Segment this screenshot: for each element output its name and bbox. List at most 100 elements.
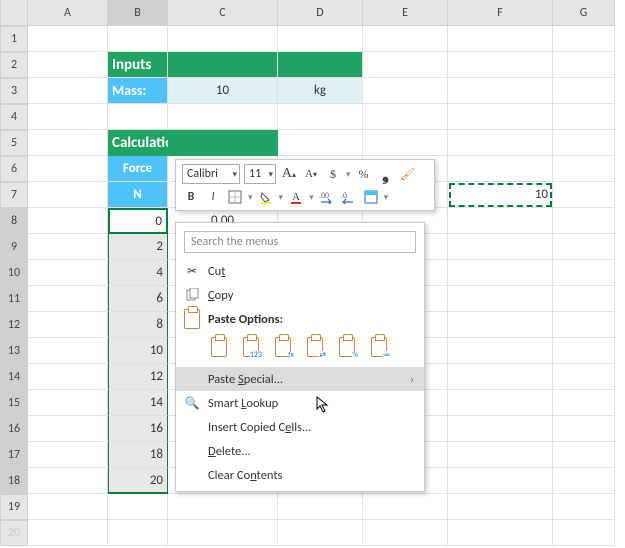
force-label[interactable]: Force (108, 156, 168, 182)
row-header-2[interactable]: 2 (0, 52, 28, 78)
cell-a8[interactable] (28, 208, 108, 234)
cell-b4[interactable] (108, 104, 168, 130)
cell-f19[interactable] (448, 494, 553, 520)
font-name-select[interactable]: Calibri (182, 164, 240, 184)
cell-d5[interactable] (278, 130, 363, 156)
cell-g3[interactable] (553, 78, 615, 104)
cell-f3[interactable] (448, 78, 553, 104)
cell-c4[interactable] (168, 104, 278, 130)
cell-f1[interactable] (448, 26, 553, 52)
cell-d1[interactable] (278, 26, 363, 52)
menu-search-input[interactable]: Search the menus (184, 231, 416, 253)
paste-option-formulas[interactable]: fx (270, 333, 296, 361)
cell-g14[interactable] (553, 364, 615, 390)
cut-menu-item[interactable]: ✂ Cut (176, 259, 424, 283)
cell-b18[interactable]: 20 (108, 468, 168, 494)
cell-g8[interactable] (553, 208, 615, 234)
dropdown-icon[interactable]: ▾ (248, 192, 253, 203)
row-header-7[interactable]: 7 (0, 182, 28, 208)
cell-f8[interactable] (448, 208, 553, 234)
mass-label[interactable]: Mass: (108, 78, 168, 104)
row-header-15[interactable]: 15 (0, 390, 28, 416)
cell-d19[interactable] (278, 494, 363, 520)
comma-format-button[interactable]: ❟ (377, 165, 395, 183)
cell-g2[interactable] (553, 52, 615, 78)
copy-menu-item[interactable]: Copy (176, 283, 424, 307)
cell-b16[interactable]: 16 (108, 416, 168, 442)
cell-a2[interactable] (28, 52, 108, 78)
cell-f5[interactable] (448, 130, 553, 156)
insert-copied-cells-menu-item[interactable]: Insert Copied Cells... (176, 415, 424, 439)
dropdown-icon[interactable]: ▾ (346, 169, 351, 180)
cell-g6[interactable] (553, 156, 615, 182)
font-color-button[interactable]: A (287, 188, 305, 206)
cell-a16[interactable] (28, 416, 108, 442)
col-header-b[interactable]: B (108, 0, 168, 26)
row-header-5[interactable]: 5 (0, 130, 28, 156)
cell-e3[interactable] (363, 78, 448, 104)
cell-f11[interactable] (448, 286, 553, 312)
cell-f20[interactable] (448, 520, 553, 546)
conditional-formatting-button[interactable] (362, 188, 380, 206)
cell-b13[interactable]: 10 (108, 338, 168, 364)
cell-g4[interactable] (553, 104, 615, 130)
inputs-title-ext2[interactable] (278, 52, 363, 78)
cell-f12[interactable] (448, 312, 553, 338)
cell-a5[interactable] (28, 130, 108, 156)
row-header-1[interactable]: 1 (0, 26, 28, 52)
col-header-f[interactable]: F (448, 0, 553, 26)
cell-a20[interactable] (28, 520, 108, 546)
percent-format-button[interactable]: % (355, 165, 373, 183)
cell-a12[interactable] (28, 312, 108, 338)
row-header-9[interactable]: 9 (0, 234, 28, 260)
row-header-4[interactable]: 4 (0, 104, 28, 130)
cell-g9[interactable] (553, 234, 615, 260)
cell-e4[interactable] (363, 104, 448, 130)
clear-contents-menu-item[interactable]: Clear Contents (176, 463, 424, 487)
border-button[interactable] (226, 188, 244, 206)
format-painter-button[interactable]: 🖌 (399, 165, 417, 183)
cell-a10[interactable] (28, 260, 108, 286)
cell-f6[interactable] (448, 156, 553, 182)
paste-option-values[interactable]: 123 (238, 333, 264, 361)
col-header-g[interactable]: G (553, 0, 615, 26)
row-header-13[interactable]: 13 (0, 338, 28, 364)
cell-f2[interactable] (448, 52, 553, 78)
cell-a14[interactable] (28, 364, 108, 390)
italic-button[interactable]: I (204, 188, 222, 206)
calc-title-ext[interactable] (168, 130, 278, 156)
cell-b10[interactable]: 4 (108, 260, 168, 286)
cell-b9[interactable]: 2 (108, 234, 168, 260)
cell-b14[interactable]: 12 (108, 364, 168, 390)
row-header-3[interactable]: 3 (0, 78, 28, 104)
cell-f14[interactable] (448, 364, 553, 390)
cell-c19[interactable] (168, 494, 278, 520)
row-header-18[interactable]: 18 (0, 468, 28, 494)
mass-value[interactable]: 10 (168, 78, 278, 104)
cell-a1[interactable] (28, 26, 108, 52)
row-header-20[interactable]: 20 (0, 520, 28, 546)
cell-b11[interactable]: 6 (108, 286, 168, 312)
cell-b17[interactable]: 18 (108, 442, 168, 468)
cell-g12[interactable] (553, 312, 615, 338)
cell-a4[interactable] (28, 104, 108, 130)
cell-f10[interactable] (448, 260, 553, 286)
cell-e20[interactable] (363, 520, 448, 546)
increase-font-size-button[interactable]: A▴ (280, 165, 298, 183)
cell-g20[interactable] (553, 520, 615, 546)
cell-f4[interactable] (448, 104, 553, 130)
paste-option-transpose[interactable]: ⇄ (302, 333, 328, 361)
col-header-c[interactable]: C (168, 0, 278, 26)
cell-g10[interactable] (553, 260, 615, 286)
bold-button[interactable]: B (182, 188, 200, 206)
cell-f16[interactable] (448, 416, 553, 442)
cell-g5[interactable] (553, 130, 615, 156)
cell-e2[interactable] (363, 52, 448, 78)
row-header-10[interactable]: 10 (0, 260, 28, 286)
cell-f15[interactable] (448, 390, 553, 416)
cell-b19[interactable] (108, 494, 168, 520)
cell-c1[interactable] (168, 26, 278, 52)
cell-e1[interactable] (363, 26, 448, 52)
cell-g7[interactable] (553, 182, 615, 208)
n-label[interactable]: N (108, 182, 168, 208)
